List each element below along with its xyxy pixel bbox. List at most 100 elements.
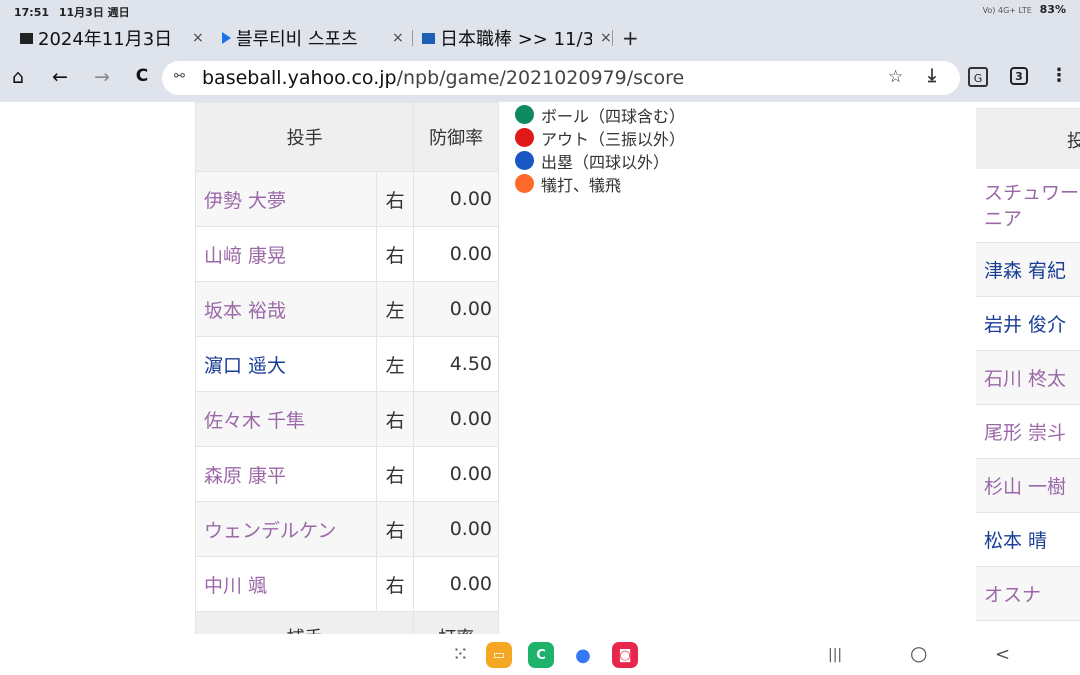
close-icon[interactable]: × (392, 30, 404, 46)
phone-app-icon[interactable]: C (528, 642, 554, 668)
camera-app-icon[interactable]: ◙ (612, 642, 638, 668)
tab-blue-tv[interactable]: 블루티비 스포츠 × (222, 22, 408, 54)
pitch-result-legend: ボール（四球含む） アウト（三振以外） 出塁（四球以外） 犠打、犠飛 (515, 103, 685, 195)
tab-label: 日本職棒 >> 11/3 (440, 29, 592, 50)
app-grid-icon[interactable]: ⁙ (452, 642, 469, 666)
opponent-pitcher-header: 投 (976, 108, 1080, 169)
opponent-pitcher-column-header: 投 (1067, 131, 1080, 152)
close-icon[interactable]: × (600, 30, 612, 46)
pitcher-era: 0.00 (413, 556, 499, 612)
table-row: 濵口 遥大 左 4.50 (195, 336, 499, 392)
table-row: 森原 康平 右 0.00 (195, 446, 499, 502)
translate-icon[interactable]: G (968, 67, 988, 87)
status-date: 11月3日 週日 (58, 6, 130, 19)
opponent-pitcher-link[interactable]: 松本 晴 (976, 513, 1080, 567)
era-column-header: 防御率 (413, 102, 499, 172)
bookmark-star-icon[interactable]: ☆ (888, 67, 903, 87)
tab-bar: 2024年11月3日 × 블루티비 스포츠 × 日本職棒 >> 11/3 × (0, 22, 1080, 54)
pitcher-era: 4.50 (413, 336, 499, 392)
site-favicon-icon (422, 32, 435, 44)
home-icon[interactable]: ⌂ (6, 66, 30, 88)
pitcher-name-link[interactable]: ウェンデルケン (195, 501, 377, 557)
system-nav-bar: ⁙ ▭ C ● ◙ ||| ○ < (0, 634, 1080, 675)
pitcher-hand: 左 (375, 336, 415, 392)
opponent-pitchers-table: 投 スチュワー ニア 津森 宥紀 岩井 俊介 石川 柊太 尾形 崇斗 杉山 一樹… (976, 102, 1080, 621)
pitcher-name-link[interactable]: 濵口 遥大 (195, 336, 377, 392)
pitcher-name-link[interactable]: 森原 康平 (195, 446, 377, 502)
on-base-dot-icon (515, 151, 534, 170)
opponent-pitcher-link[interactable]: 尾形 崇斗 (976, 405, 1080, 459)
back-nav-icon[interactable]: < (995, 644, 1010, 665)
url-path: /npb/game/2021020979/score (396, 67, 685, 89)
pitcher-era: 0.00 (413, 391, 499, 447)
download-icon[interactable]: ⤓ (928, 65, 936, 86)
pitcher-name-link[interactable]: 伊勢 大夢 (195, 171, 377, 227)
pitcher-era: 0.00 (413, 226, 499, 282)
pitcher-hand: 左 (375, 281, 415, 337)
new-tab-button[interactable]: + (622, 22, 639, 54)
legend-item: 犠打、犠飛 (515, 172, 685, 195)
yahoo-favicon-icon (20, 32, 33, 44)
table-row: 山﨑 康晃 右 0.00 (195, 226, 499, 282)
menu-icon[interactable]: ⋮ (1050, 65, 1068, 86)
tab-separator (412, 30, 413, 46)
table-row: 坂本 裕哉 左 0.00 (195, 281, 499, 337)
close-icon[interactable]: × (192, 30, 204, 46)
tab-label: 2024年11月3日 (38, 29, 173, 50)
files-app-icon[interactable]: ▭ (486, 642, 512, 668)
ball-dot-icon (515, 105, 534, 124)
table-row: ウェンデルケン 右 0.00 (195, 501, 499, 557)
status-right: Vo) 4G+ LTE 83% (983, 3, 1066, 16)
status-bar: 17:51 11月3日 週日 Vo) 4G+ LTE 83% (0, 0, 1080, 22)
opponent-pitcher-link[interactable]: オスナ (976, 567, 1080, 621)
forward-icon[interactable]: → (90, 66, 114, 88)
status-time-date: 17:51 11月3日 週日 (14, 4, 130, 20)
pitcher-era: 0.00 (413, 171, 499, 227)
pitcher-era: 0.00 (413, 501, 499, 557)
legend-label: アウト（三振以外） (541, 129, 686, 149)
opponent-pitcher-link[interactable]: 津森 宥紀 (976, 243, 1080, 297)
legend-label: 犠打、犠飛 (541, 175, 622, 195)
battery-level: 83% (1039, 3, 1066, 16)
sacrifice-dot-icon (515, 174, 534, 193)
url-host: baseball.yahoo.co.jp (202, 67, 397, 89)
opponent-pitcher-link[interactable]: 杉山 一樹 (976, 459, 1080, 513)
recents-icon[interactable]: ||| (828, 647, 842, 663)
opponent-pitcher-link[interactable]: スチュワー ニア (976, 169, 1080, 243)
pitcher-name-link[interactable]: 山﨑 康晃 (195, 226, 377, 282)
pitchers-header-row: 投手 防御率 (194, 102, 499, 172)
pitcher-hand: 右 (375, 501, 415, 557)
catchers-header-row: 捕手 打率 (194, 611, 499, 634)
pitcher-hand: 右 (375, 556, 415, 612)
site-settings-icon[interactable]: ⚯ (174, 69, 185, 84)
page-content: 投手 防御率 伊勢 大夢 右 0.00 山﨑 康晃 右 0.00 坂本 裕哉 左… (0, 102, 1080, 634)
catcher-column-header: 捕手 (194, 611, 415, 634)
pitcher-hand: 右 (375, 226, 415, 282)
opponent-pitcher-link[interactable]: 石川 柊太 (976, 351, 1080, 405)
tab-count-button[interactable]: 3 (1010, 67, 1028, 85)
reload-icon[interactable]: C (130, 66, 154, 86)
pitcher-name-link[interactable]: 中川 颯 (195, 556, 377, 612)
address-bar[interactable]: ⚯ baseball.yahoo.co.jp/npb/game/20210209… (162, 61, 960, 95)
pitcher-name-link[interactable]: 坂本 裕哉 (195, 281, 377, 337)
pitchers-table: 投手 防御率 伊勢 大夢 右 0.00 山﨑 康晃 右 0.00 坂本 裕哉 左… (194, 102, 499, 634)
url-text[interactable]: baseball.yahoo.co.jp/npb/game/2021020979… (202, 67, 684, 89)
tab-npb[interactable]: 日本職棒 >> 11/3 × (422, 22, 612, 54)
pitcher-hand: 右 (375, 171, 415, 227)
tab-label: 블루티비 스포츠 (236, 29, 358, 50)
pitcher-hand: 右 (375, 391, 415, 447)
messages-app-icon[interactable]: ● (570, 642, 596, 668)
pitcher-name-link[interactable]: 佐々木 千隼 (195, 391, 377, 447)
back-icon[interactable]: ← (48, 66, 72, 88)
avg-column-header: 打率 (413, 611, 499, 634)
home-nav-icon[interactable]: ○ (910, 641, 927, 665)
opponent-pitcher-link[interactable]: 岩井 俊介 (976, 297, 1080, 351)
legend-item: ボール（四球含む） (515, 103, 685, 126)
tab-yahoo-score[interactable]: 2024年11月3日 × (20, 22, 208, 54)
out-dot-icon (515, 128, 534, 147)
status-time: 17:51 (14, 6, 50, 19)
pitcher-column-header: 投手 (194, 102, 415, 172)
pitcher-hand: 右 (375, 446, 415, 502)
table-row: 伊勢 大夢 右 0.00 (195, 171, 499, 227)
table-row: 佐々木 千隼 右 0.00 (195, 391, 499, 447)
